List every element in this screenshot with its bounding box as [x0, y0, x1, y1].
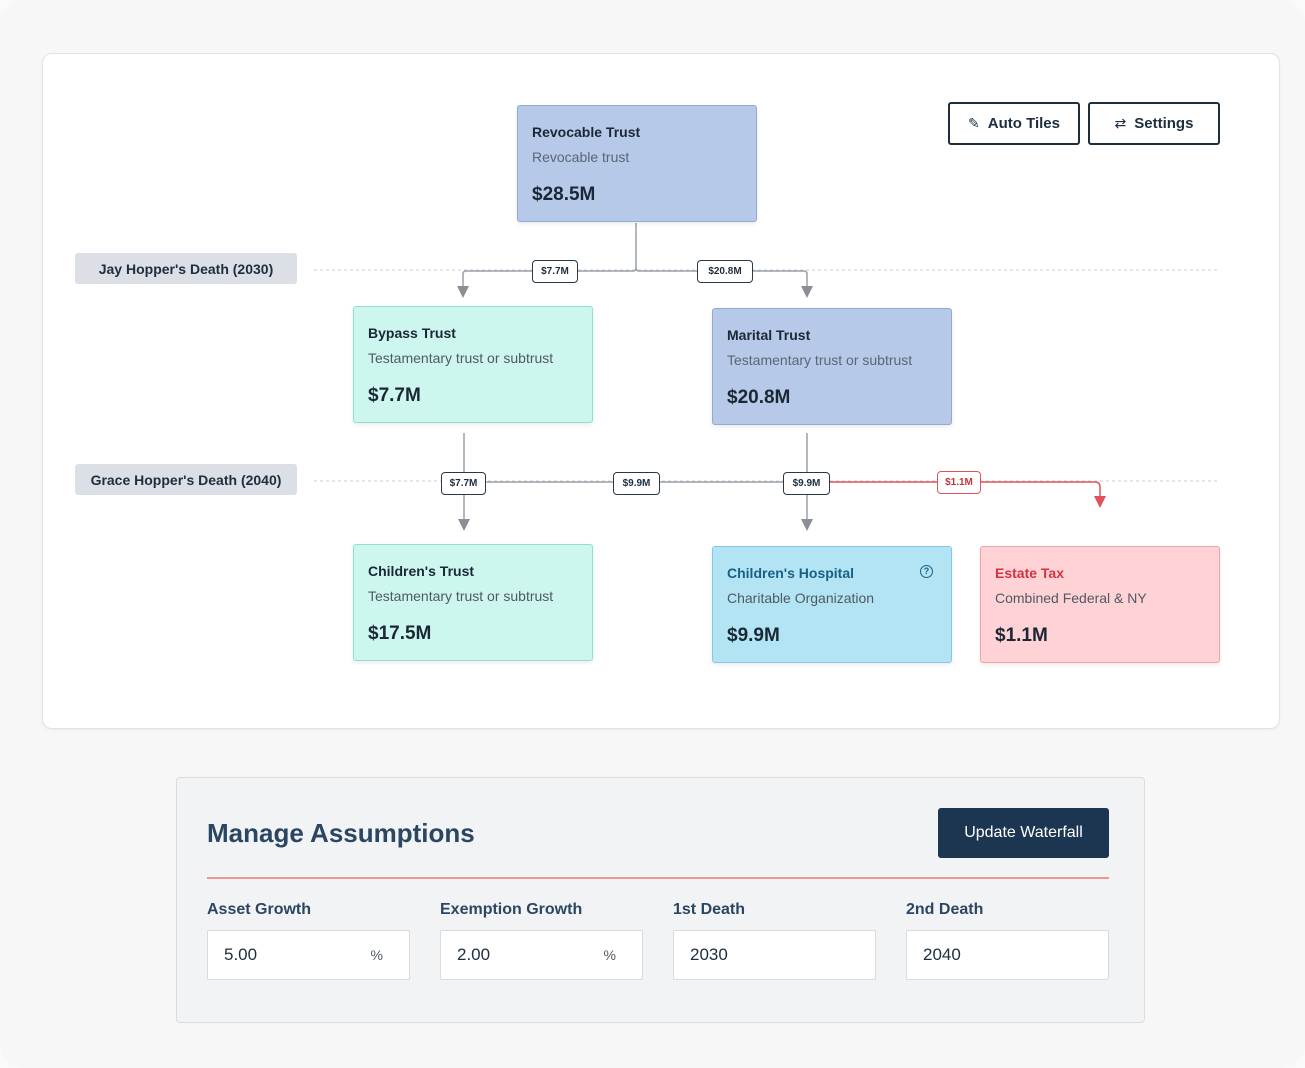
- node-subtitle: Revocable trust: [532, 149, 630, 165]
- assumptions-title: Manage Assumptions: [207, 818, 475, 848]
- node-childrens-trust[interactable]: Children's Trust Testamentary trust or s…: [353, 544, 593, 661]
- divider: [207, 877, 1109, 879]
- exemption-growth-input[interactable]: 2.00 %: [440, 930, 643, 980]
- field-label: Asset Growth: [207, 901, 312, 918]
- flow-tag-marital-to-estate-tax[interactable]: $1.1M: [937, 471, 981, 494]
- field-label: Exemption Growth: [440, 901, 583, 918]
- node-childrens-hospital[interactable]: Children's Hospital ? Charitable Organiz…: [712, 546, 952, 663]
- node-marital-trust[interactable]: Marital Trust Testamentary trust or subt…: [712, 308, 952, 425]
- percent-unit: %: [370, 947, 383, 963]
- flow-tag-marital-to-hospital[interactable]: $9.9M: [783, 472, 830, 495]
- node-title: Marital Trust: [727, 327, 811, 343]
- field-label: 2nd Death: [906, 901, 984, 918]
- auto-tiles-button[interactable]: ✎ Auto Tiles: [948, 102, 1080, 145]
- flow-tag-marital-to-childrens-trust[interactable]: $9.9M: [613, 472, 660, 495]
- swap-arrows-icon: ⇄: [1114, 115, 1127, 131]
- node-estate-tax[interactable]: Estate Tax Combined Federal & NY $1.1M: [980, 546, 1220, 663]
- event-label-second-death: Grace Hopper's Death (2040): [75, 464, 297, 495]
- field-value: 2030: [690, 945, 728, 964]
- second-death-input[interactable]: 2040: [906, 930, 1109, 980]
- field-value: 5.00: [224, 945, 258, 964]
- magic-wand-icon: ✎: [968, 115, 980, 131]
- node-title: Estate Tax: [995, 565, 1064, 581]
- node-bypass-trust[interactable]: Bypass Trust Testamentary trust or subtr…: [353, 306, 593, 423]
- node-subtitle: Testamentary trust or subtrust: [368, 588, 554, 604]
- field-value: 2.00: [457, 945, 491, 964]
- flow-tag-bypass-to-childrens-trust[interactable]: $7.7M: [441, 472, 486, 495]
- node-subtitle: Testamentary trust or subtrust: [727, 352, 913, 368]
- event-label-first-death: Jay Hopper's Death (2030): [75, 253, 297, 284]
- node-title: Children's Hospital: [727, 565, 855, 581]
- flow-tag-revocable-to-bypass[interactable]: $7.7M: [532, 260, 578, 283]
- node-amount: $7.7M: [368, 385, 421, 406]
- first-death-field: 1st Death 2030: [673, 901, 876, 980]
- percent-unit: %: [603, 947, 616, 963]
- auto-tiles-label: Auto Tiles: [987, 115, 1060, 132]
- node-title: Children's Trust: [368, 563, 475, 579]
- node-subtitle: Charitable Organization: [727, 590, 875, 606]
- flow-tag-revocable-to-marital[interactable]: $20.8M: [697, 260, 753, 283]
- node-revocable-trust[interactable]: Revocable Trust Revocable trust $28.5M: [517, 105, 757, 222]
- settings-button[interactable]: ⇄ Settings: [1088, 102, 1220, 145]
- help-icon[interactable]: ?: [920, 565, 933, 578]
- node-subtitle: Combined Federal & NY: [995, 590, 1147, 606]
- node-amount: $1.1M: [995, 625, 1048, 646]
- node-amount: $28.5M: [532, 184, 596, 205]
- update-waterfall-button[interactable]: Update Waterfall: [938, 808, 1109, 858]
- settings-label: Settings: [1134, 115, 1194, 132]
- first-death-input[interactable]: 2030: [673, 930, 876, 980]
- field-value: 2040: [923, 945, 961, 964]
- node-title: Bypass Trust: [368, 325, 456, 341]
- second-death-field: 2nd Death 2040: [906, 901, 1109, 980]
- asset-growth-input[interactable]: 5.00 %: [207, 930, 410, 980]
- node-amount: $9.9M: [727, 625, 780, 646]
- manage-assumptions-panel: Manage Assumptions Update Waterfall Asse…: [176, 777, 1145, 1023]
- node-title: Revocable Trust: [532, 124, 641, 140]
- asset-growth-field: Asset Growth 5.00 %: [207, 901, 410, 980]
- node-amount: $20.8M: [727, 387, 791, 408]
- node-subtitle: Testamentary trust or subtrust: [368, 350, 554, 366]
- field-label: 1st Death: [673, 901, 746, 918]
- node-amount: $17.5M: [368, 623, 432, 644]
- exemption-growth-field: Exemption Growth 2.00 %: [440, 901, 643, 980]
